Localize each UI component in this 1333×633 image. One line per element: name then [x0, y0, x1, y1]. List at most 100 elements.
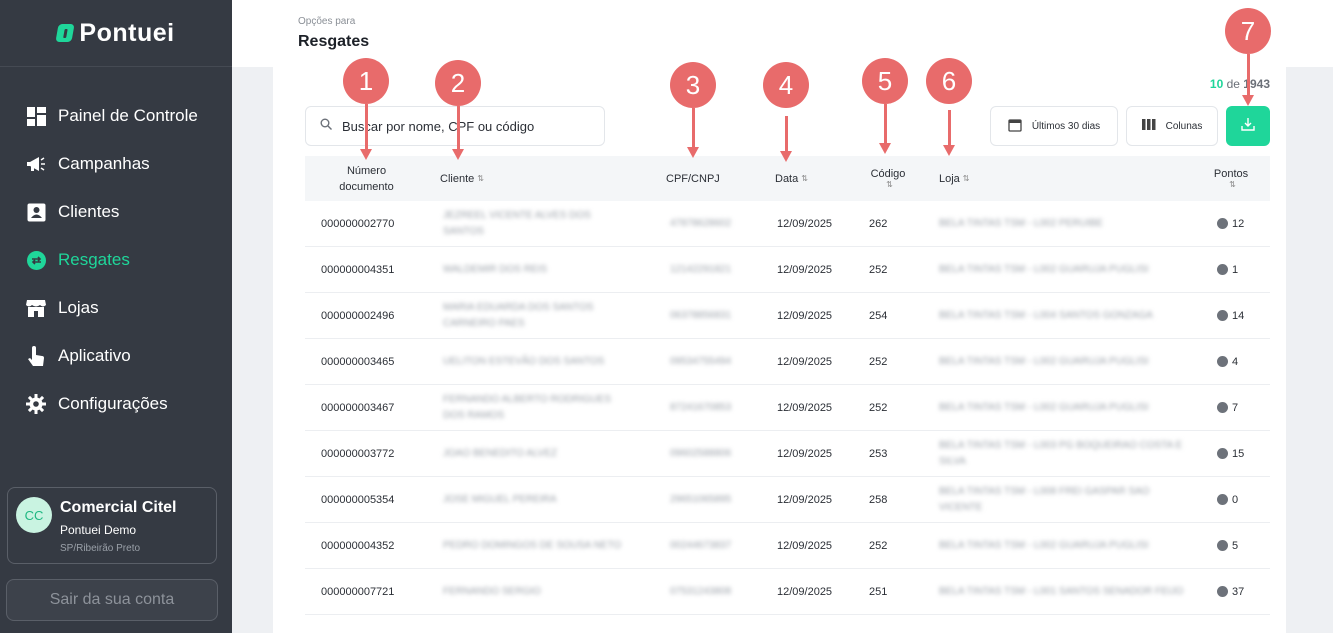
- table-row[interactable]: 000000002770 JEZREEL VICENTE ALVES DOS SA…: [305, 201, 1270, 247]
- points-icon: [1217, 356, 1228, 367]
- cell-code: 252: [869, 247, 887, 292]
- sidebar-item-campanhas[interactable]: Campanhas: [0, 140, 232, 188]
- cell-points-text: 37: [1232, 585, 1245, 598]
- column-header-label: Código: [870, 168, 906, 180]
- cell-cpf: 12142291821: [670, 247, 731, 292]
- cell-document: 000000005354: [321, 477, 394, 522]
- table-row[interactable]: 000000005354 JOSE MIGUEL PEREIRA 296510658…: [305, 477, 1270, 523]
- cell-client: JOAO BENEDITO ALVEZ: [443, 431, 623, 476]
- sidebar-item-lojas[interactable]: Lojas: [0, 284, 232, 332]
- cell-store: BELA TINTAS TSM - L003 PG BOQUEIRAO COST…: [939, 431, 1189, 476]
- cell-document-text: 000000004352: [321, 539, 395, 552]
- columns-button[interactable]: Colunas: [1126, 106, 1218, 146]
- cell-code-text: 254: [869, 309, 888, 322]
- cell-code: 252: [869, 339, 887, 384]
- cell-store-text: BELA TINTAS TSM - L002 PERUIBE: [939, 217, 1103, 229]
- table-row[interactable]: 000000007721 FERNANDO SERGIO 07531243808 12…: [305, 569, 1270, 615]
- table-row[interactable]: 000000002496 MARIA EDUARDA DOS SANTOS CAR…: [305, 293, 1270, 339]
- cell-document-text: 000000003772: [321, 447, 395, 460]
- cell-cpf-text: 12142291821: [670, 263, 732, 275]
- cell-client-text: WALDEMIR DOS REIS: [443, 263, 548, 275]
- cell-store-text: BELA TINTAS TSM - L008 FREI GASPAR SAO V…: [939, 485, 1150, 513]
- cell-points-text: 12: [1232, 217, 1245, 230]
- cell-date: 12/09/2025: [777, 339, 832, 384]
- cell-client: JEZREEL VICENTE ALVES DOS SANTOS: [443, 201, 623, 246]
- cell-points: 1: [1217, 247, 1238, 292]
- cell-code-text: 262: [869, 217, 888, 230]
- cell-client: MARIA EDUARDA DOS SANTOS CARNEIRO PAES: [443, 293, 623, 338]
- cell-client: WALDEMIR DOS REIS: [443, 247, 623, 292]
- cell-cpf: 09534755494: [670, 339, 731, 384]
- cell-code: 252: [869, 385, 887, 430]
- sidebar-item-label: Clientes: [58, 202, 120, 221]
- cell-points: 37: [1217, 569, 1244, 614]
- cell-document-text: 000000002496: [321, 309, 395, 322]
- column-header-points[interactable]: Pontos ⇅: [1211, 156, 1251, 201]
- column-header-store[interactable]: Loja ⇅: [939, 156, 970, 201]
- column-header-date[interactable]: Data ⇅: [775, 156, 808, 201]
- column-header-code[interactable]: Código ⇅: [861, 156, 915, 201]
- sidebar-item-clientes[interactable]: Clientes: [0, 188, 232, 236]
- sidebar-item-painel[interactable]: Painel de Controle: [0, 92, 232, 140]
- cell-document-text: 000000003467: [321, 401, 395, 414]
- points-icon: [1217, 494, 1228, 505]
- user-card[interactable]: CC Comercial Citel Pontuei Demo SP/Ribei…: [7, 487, 217, 564]
- search-box[interactable]: [305, 106, 605, 146]
- cell-store: BELA TINTAS TSM - L002 GUARUJA PUGLISI: [939, 523, 1189, 568]
- column-header-cpf[interactable]: CPF/CNPJ: [666, 156, 720, 201]
- sidebar-item-aplicativo[interactable]: Aplicativo: [0, 332, 232, 380]
- column-header-client[interactable]: Cliente ⇅: [440, 156, 484, 201]
- sidebar-item-resgates[interactable]: Resgates: [0, 236, 232, 284]
- cell-cpf: 29651065895: [670, 477, 731, 522]
- cell-points: 5: [1217, 523, 1238, 568]
- annotation-marker-1: 1: [343, 58, 389, 104]
- cell-store-text: BELA TINTAS TSM - L002 GUARUJA PUGLISI: [939, 539, 1149, 551]
- logo[interactable]: Pontuei: [0, 0, 232, 67]
- cell-points-text: 4: [1232, 355, 1239, 368]
- download-button[interactable]: [1226, 106, 1270, 146]
- cell-points-text: 14: [1232, 309, 1245, 322]
- result-count-of: de: [1226, 77, 1240, 91]
- column-header-document[interactable]: Número documento: [319, 156, 414, 201]
- annotation-arrow-5: [879, 104, 891, 154]
- cell-store-text: BELA TINTAS TSM - L004 SANTOS GONZAGA: [939, 309, 1153, 321]
- annotation-arrow-2: [452, 106, 464, 160]
- cell-date: 12/09/2025: [777, 523, 832, 568]
- megaphone-icon: [26, 154, 46, 174]
- annotation-arrow-1: [360, 104, 372, 160]
- cell-cpf-text: 09602588806: [670, 447, 732, 459]
- column-header-label: Loja: [939, 172, 960, 185]
- date-filter-button[interactable]: Últimos 30 dias: [990, 106, 1118, 146]
- annotation-arrow-3: [687, 108, 699, 158]
- logo-text: Pontuei: [79, 18, 175, 47]
- cell-date: 12/09/2025: [777, 477, 832, 522]
- search-input[interactable]: [342, 118, 582, 134]
- table-row[interactable]: 000000004351 WALDEMIR DOS REIS 12142291821…: [305, 247, 1270, 293]
- cell-client: UELITON ESTEVÃO DOS SANTOS: [443, 339, 623, 384]
- cell-cpf-text: 47878628602: [670, 217, 732, 229]
- points-icon: [1217, 264, 1228, 275]
- annotation-marker-4: 4: [763, 62, 809, 108]
- cell-code-text: 253: [869, 447, 888, 460]
- table-row[interactable]: 000000003772 JOAO BENEDITO ALVEZ 096025888…: [305, 431, 1270, 477]
- table-row[interactable]: 000000003467 FERNANDO ALBERTO RODRIGUES D…: [305, 385, 1270, 431]
- annotation-arrow-7: [1242, 54, 1254, 106]
- redemptions-table: Número documento Cliente ⇅ CPF/CNPJ Data ⇅…: [305, 156, 1270, 615]
- cell-points-text: 0: [1232, 493, 1239, 506]
- cell-client-text: FERNANDO ALBERTO RODRIGUES DOS RAMOS: [443, 393, 611, 421]
- table-row[interactable]: 000000004352 PEDRO DOMINGOS DE SOUSA NETO…: [305, 523, 1270, 569]
- sidebar-item-configuracoes[interactable]: Configurações: [0, 380, 232, 428]
- cell-points: 12: [1217, 201, 1244, 246]
- logout-button[interactable]: Sair da sua conta: [6, 579, 218, 621]
- table-row[interactable]: 000000003465 UELITON ESTEVÃO DOS SANTOS 09…: [305, 339, 1270, 385]
- cell-points-text: 5: [1232, 539, 1239, 552]
- cell-code: 251: [869, 569, 887, 614]
- cell-document-text: 000000003465: [321, 355, 395, 368]
- cell-code: 262: [869, 201, 887, 246]
- cell-code-text: 252: [869, 355, 888, 368]
- cell-cpf-text: 87241670853: [670, 401, 732, 413]
- cell-document: 000000007721: [321, 569, 394, 614]
- cell-document-text: 000000002770: [321, 217, 395, 230]
- column-header-label: CPF/CNPJ: [666, 172, 720, 185]
- cell-date-text: 12/09/2025: [777, 217, 833, 230]
